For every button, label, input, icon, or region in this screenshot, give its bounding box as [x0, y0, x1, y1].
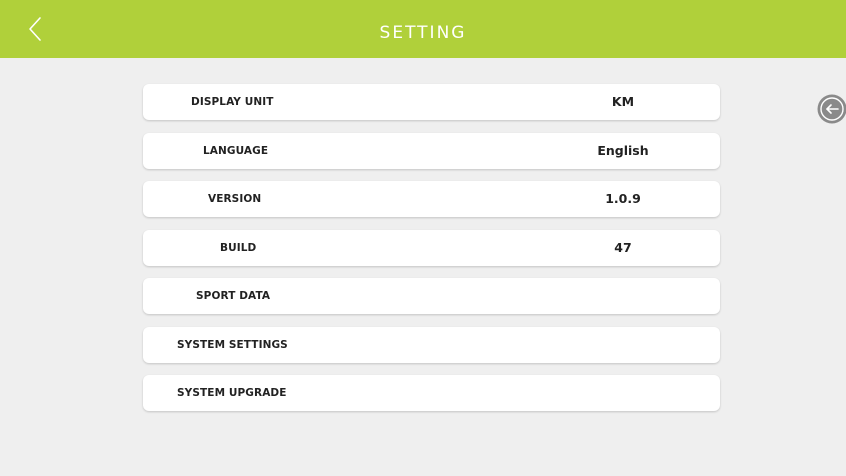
setting-row-version: VERSION 1.0.9 — [143, 181, 720, 217]
side-back-button[interactable] — [816, 94, 846, 124]
setting-value: 47 — [614, 239, 632, 255]
arrow-left-circle-icon — [817, 94, 846, 124]
settings-list: DISPLAY UNIT KM LANGUAGE English VERSION… — [143, 84, 720, 424]
setting-label: DISPLAY UNIT — [191, 96, 274, 108]
header-bar: SETTING — [0, 0, 846, 58]
setting-value: KM — [611, 94, 635, 109]
setting-row-language[interactable]: LANGUAGE English — [143, 132, 720, 169]
setting-row-display-unit[interactable]: DISPLAY UNIT KM — [143, 84, 720, 120]
setting-label: LANGUAGE — [203, 144, 269, 157]
setting-row-system-settings[interactable]: SYSTEM SETTINGS — [143, 326, 720, 363]
setting-label: SYSTEM UPGRADE — [177, 387, 287, 399]
setting-row-build: BUILD 47 — [143, 229, 720, 266]
setting-label: BUILD — [220, 241, 257, 254]
setting-row-system-upgrade[interactable]: SYSTEM UPGRADE — [143, 375, 720, 411]
page-title: SETTING — [379, 23, 467, 43]
setting-row-sport-data[interactable]: SPORT DATA — [143, 278, 720, 314]
setting-label: SPORT DATA — [196, 290, 271, 302]
setting-value: English — [597, 142, 649, 158]
setting-label: SYSTEM SETTINGS — [177, 338, 288, 351]
setting-label: VERSION — [208, 193, 262, 205]
setting-value: 1.0.9 — [605, 191, 641, 206]
